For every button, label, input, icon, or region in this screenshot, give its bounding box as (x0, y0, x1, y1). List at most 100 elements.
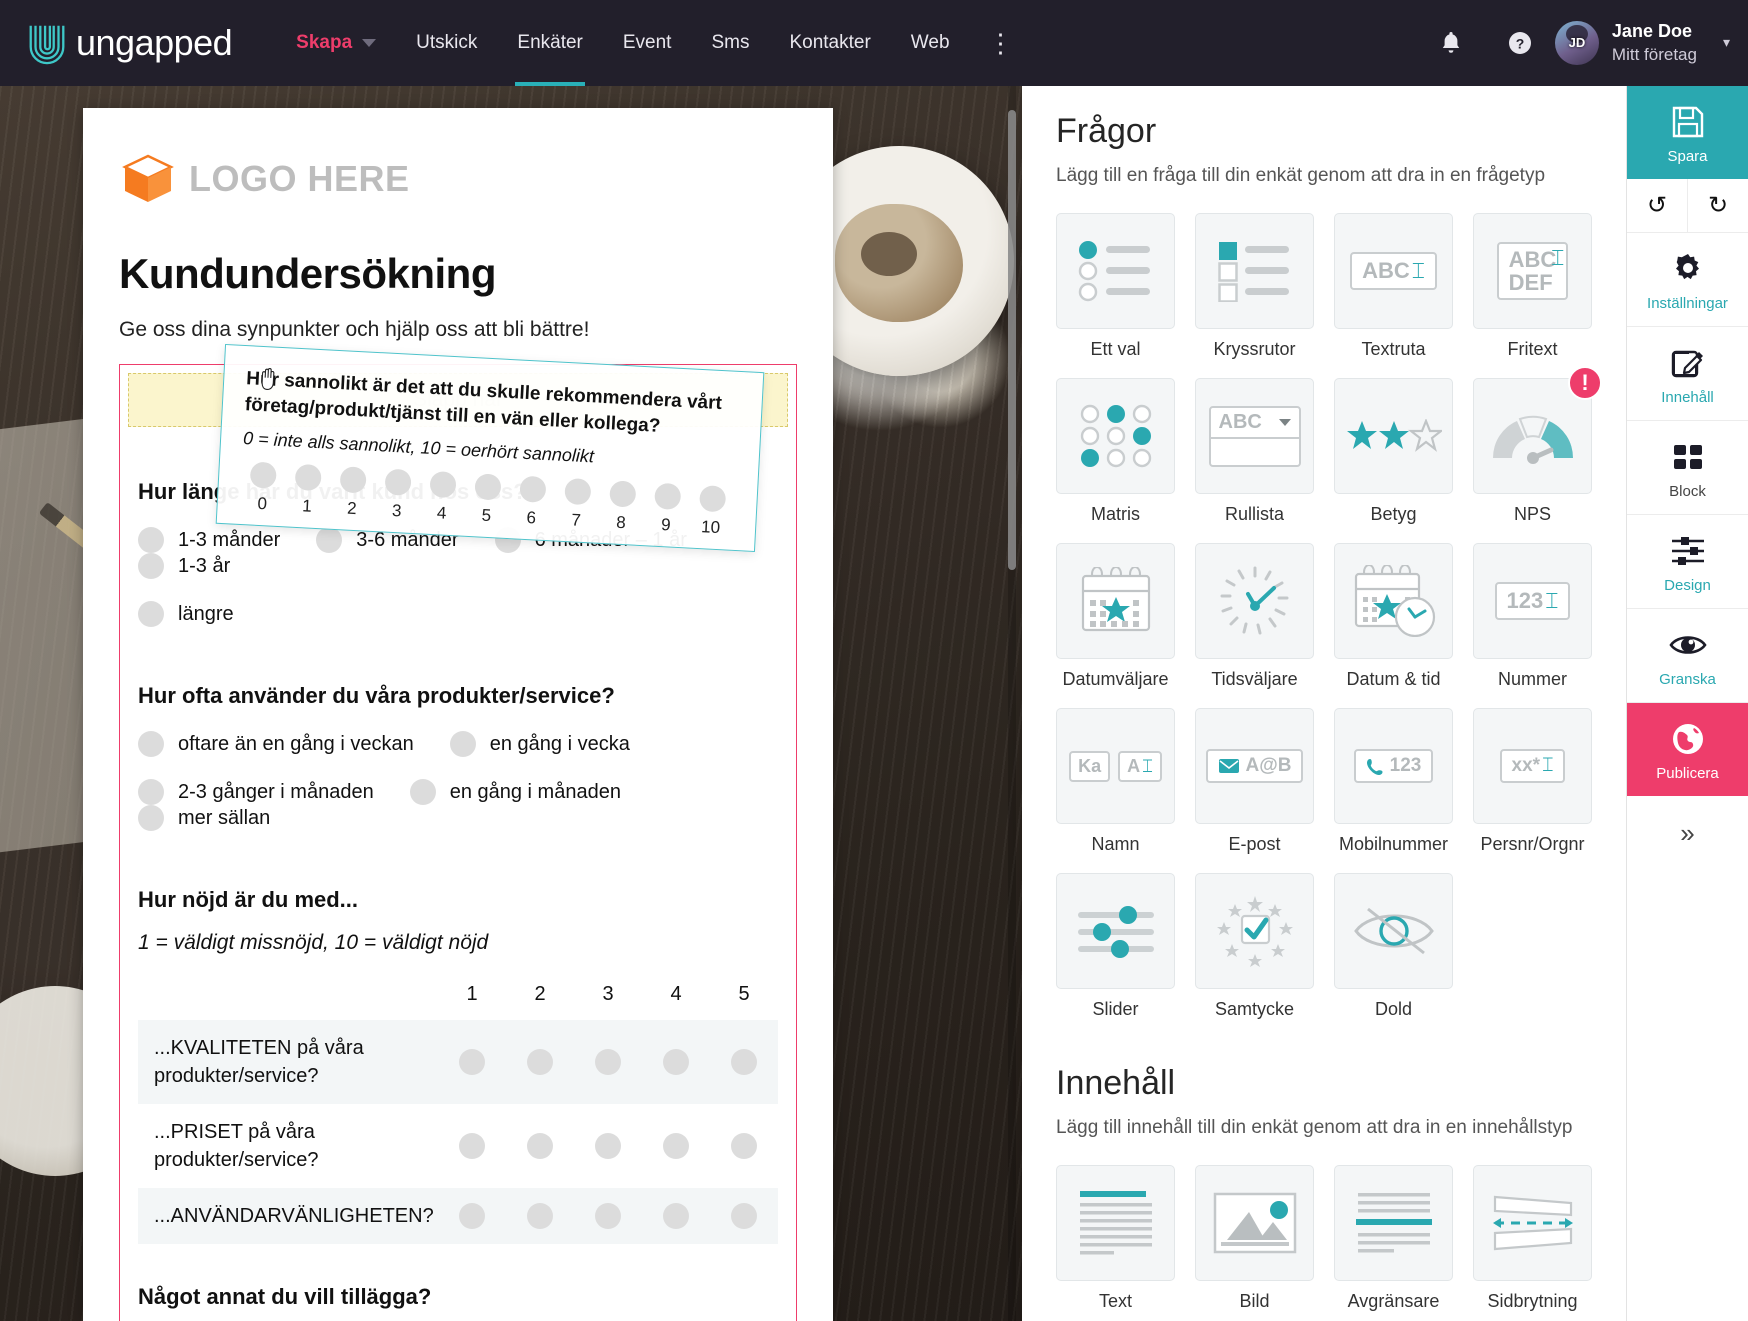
radio-icon[interactable] (294, 464, 323, 492)
tile-betyg[interactable]: Betyg (1334, 378, 1453, 525)
matrix-cell[interactable] (438, 1104, 506, 1188)
nav-item-skapa[interactable]: Skapa (276, 0, 396, 86)
radio-icon[interactable] (527, 1133, 553, 1159)
tile-box[interactable]: ABC (1195, 378, 1314, 494)
matrix-cell[interactable] (506, 1188, 574, 1244)
radio-icon[interactable] (459, 1049, 485, 1075)
nps-point[interactable]: 6 (508, 476, 556, 530)
radio-icon[interactable] (563, 478, 592, 506)
tile-box[interactable]: ABC DEF ⌶ (1473, 213, 1592, 329)
nps-point[interactable]: 7 (553, 478, 601, 532)
radio-icon[interactable] (595, 1049, 621, 1075)
radio-icon[interactable] (409, 779, 436, 805)
nav-overflow-kebab-icon[interactable]: ⋮ (970, 30, 1032, 56)
nps-point[interactable]: 3 (374, 469, 422, 523)
option[interactable]: en gång i månaden (409, 779, 621, 805)
radio-icon[interactable] (474, 473, 502, 502)
survey-subtitle[interactable]: Ge oss dina synpunkter och hjälp oss att… (119, 318, 797, 342)
tile-mobilnummer[interactable]: 123 Mobilnummer (1334, 708, 1453, 855)
tile-nummer[interactable]: 123 ⌶ Nummer (1473, 543, 1592, 690)
radio-icon[interactable] (459, 1203, 485, 1229)
tile-text[interactable]: Text (1056, 1165, 1175, 1312)
matrix-cell[interactable] (642, 1020, 710, 1104)
radio-icon[interactable] (138, 553, 164, 579)
publish-button[interactable]: Publicera (1627, 703, 1748, 796)
canvas-scrollbar-thumb[interactable] (1008, 110, 1016, 570)
tile-tidsvaljare[interactable]: Tidsväljare (1195, 543, 1314, 690)
nav-item-enkater[interactable]: Enkäter (497, 0, 602, 86)
option[interactable]: oftare än en gång i veckan (138, 731, 414, 757)
nps-point[interactable]: 8 (598, 480, 646, 534)
tile-box[interactable]: Ka A ⌶ (1056, 708, 1175, 824)
radio-icon[interactable] (608, 480, 637, 509)
tile-fritext[interactable]: ABC DEF ⌶ Fritext (1473, 213, 1592, 360)
option[interactable]: 1-3 månder (138, 527, 280, 553)
redo-icon[interactable]: ↻ (1687, 179, 1748, 232)
tile-namn[interactable]: Ka A ⌶ Namn (1056, 708, 1175, 855)
nav-item-event[interactable]: Event (603, 0, 692, 86)
radio-icon[interactable] (138, 779, 164, 805)
toolbar-item-granska[interactable]: Granska (1627, 609, 1748, 703)
radio-icon[interactable] (595, 1203, 621, 1229)
tile-box[interactable] (1195, 1165, 1314, 1281)
nps-point[interactable]: 5 (463, 473, 511, 527)
nps-point[interactable]: 9 (643, 483, 691, 537)
toolbar-item-installningar[interactable]: Inställningar (1627, 233, 1748, 327)
save-button[interactable]: Spara (1627, 86, 1748, 179)
dragged-nps-question-card[interactable]: Hur sannolikt är det att du skulle rekom… (215, 343, 765, 553)
tile-dold[interactable]: Dold (1334, 873, 1453, 1020)
radio-icon[interactable] (519, 476, 547, 504)
radio-icon[interactable] (595, 1133, 621, 1159)
radio-icon[interactable] (316, 527, 343, 553)
radio-icon[interactable] (663, 1203, 689, 1229)
matrix-cell[interactable] (438, 1188, 506, 1244)
tile-box[interactable]: ABC ⌶ (1334, 213, 1453, 329)
avatar[interactable]: JD (1554, 20, 1599, 65)
nav-item-kontakter[interactable]: Kontakter (769, 0, 890, 86)
tile-epost[interactable]: A@B E-post (1195, 708, 1314, 855)
tile-datumvaljare[interactable]: Datumväljare (1056, 543, 1175, 690)
user-menu-chevron-down-icon[interactable]: ▾ (1723, 34, 1730, 51)
radio-icon[interactable] (250, 461, 278, 490)
question-2-title[interactable]: Hur ofta använder du våra produkter/serv… (138, 683, 778, 709)
radio-icon[interactable] (429, 471, 457, 499)
radio-icon[interactable] (663, 1049, 689, 1075)
radio-icon[interactable] (731, 1133, 757, 1159)
tile-box[interactable]: A@B (1195, 708, 1314, 824)
radio-icon[interactable] (698, 485, 726, 513)
radio-icon[interactable] (339, 466, 368, 494)
radio-icon[interactable] (653, 483, 681, 511)
survey-title[interactable]: Kundundersökning (119, 250, 797, 298)
tile-matris[interactable]: Matris (1056, 378, 1175, 525)
tile-samtycke[interactable]: Samtycke (1195, 873, 1314, 1020)
toolbar-item-block[interactable]: Block (1627, 421, 1748, 515)
tile-box[interactable] (1056, 213, 1175, 329)
tile-box[interactable] (1334, 1165, 1453, 1281)
radio-icon[interactable] (459, 1133, 485, 1159)
radio-icon[interactable] (527, 1049, 553, 1075)
tile-box[interactable] (1195, 873, 1314, 989)
matrix-cell[interactable] (642, 1104, 710, 1188)
radio-icon[interactable] (384, 469, 412, 497)
tile-box[interactable] (1056, 1165, 1175, 1281)
tile-slider[interactable]: Slider (1056, 873, 1175, 1020)
toolbar-item-innehall[interactable]: Innehåll (1627, 327, 1748, 421)
tile-box[interactable] (1195, 213, 1314, 329)
nav-item-utskick[interactable]: Utskick (396, 0, 497, 86)
tile-box[interactable]: 123 (1334, 708, 1453, 824)
option[interactable]: mer sällan (138, 805, 270, 831)
tile-datum-och-tid[interactable]: Datum & tid (1334, 543, 1453, 690)
tile-avgransare[interactable]: Avgränsare (1334, 1165, 1453, 1312)
matrix-cell[interactable] (574, 1104, 642, 1188)
radio-icon[interactable] (731, 1203, 757, 1229)
matrix-cell[interactable] (710, 1104, 778, 1188)
radio-icon[interactable] (527, 1203, 553, 1229)
user-block[interactable]: Jane Doe Mitt företag (1612, 19, 1697, 66)
option[interactable]: 1-3 år (138, 553, 230, 579)
matrix-question-title[interactable]: Hur nöjd är du med... (138, 887, 778, 913)
option[interactable]: 2-3 gånger i månaden (138, 779, 374, 805)
radio-icon[interactable] (731, 1049, 757, 1075)
matrix-cell[interactable] (438, 1020, 506, 1104)
tile-box[interactable] (1334, 543, 1453, 659)
tile-rullista[interactable]: ABC Rullista (1195, 378, 1314, 525)
